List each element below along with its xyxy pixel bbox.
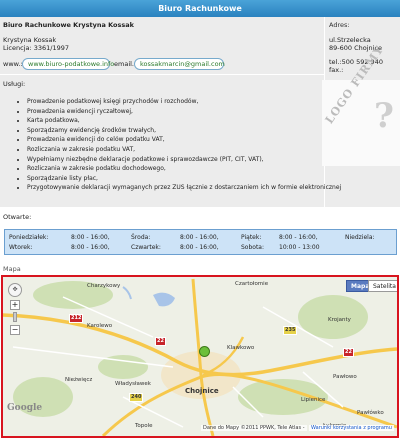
- email-label: email.:: [114, 60, 137, 68]
- list-item: Prowadzenie podatkowej księgi przychodów…: [27, 97, 341, 107]
- window-title: Biuro Rachunkowe: [0, 0, 400, 17]
- owner-name: Krystyna Kossak: [3, 36, 57, 44]
- services-list: Prowadzenie podatkowej księgi przychodów…: [22, 97, 341, 193]
- day-label: Wtorek:: [9, 244, 33, 251]
- day-label: Środa:: [131, 234, 151, 241]
- day-hours: 10:00 - 13:00: [279, 244, 320, 251]
- road-number: 22: [343, 348, 354, 357]
- road-number: 235: [283, 326, 298, 335]
- services-label: Usługi:: [3, 80, 26, 88]
- day-hours: 8:00 - 16:00,: [180, 244, 219, 251]
- list-item: Wypełniamy niezbędne deklaracje podatkow…: [27, 155, 341, 165]
- town-label: Chojnice: [185, 387, 219, 395]
- address-street: ul.Strzelecka: [329, 36, 371, 44]
- town-label: Pawłówko: [357, 410, 384, 416]
- opening-hours-table: Poniedziałek: 8:00 - 16:00, Wtorek: 8:00…: [4, 229, 397, 255]
- town-label: Czartołomie: [235, 281, 269, 287]
- list-item: Prowadzenia ewidencji do celów podatku V…: [27, 135, 341, 145]
- town-label: Nieżwięcz: [65, 377, 93, 383]
- day-hours: 8:00 - 16:00,: [279, 234, 318, 241]
- town-label: Pawłowo: [333, 374, 357, 380]
- zoom-in-button[interactable]: +: [10, 300, 20, 310]
- list-item: Karta podatkowa,: [27, 116, 341, 126]
- town-label: Karolewo: [87, 323, 113, 329]
- map-type-satellite-button[interactable]: Satelita: [368, 280, 397, 292]
- list-item: Sporządzamy ewidencję środków trwałych,: [27, 126, 341, 136]
- www-label: www.:: [3, 60, 23, 68]
- road-number: 240: [129, 393, 144, 402]
- google-logo: Google: [7, 403, 43, 413]
- day-hours: 8:00 - 16:00,: [71, 234, 110, 241]
- business-card: Biuro Rachunkowe Krystyna Kossak Krystyn…: [0, 17, 400, 207]
- divider: [0, 74, 324, 75]
- license-number: Licencja: 3361/1997: [3, 44, 70, 52]
- list-item: Sporządzanie listy płac,: [27, 174, 341, 184]
- location-marker-icon[interactable]: [199, 346, 210, 357]
- hours-label: Otwarte:: [3, 213, 32, 221]
- logo-question-mark: ?: [374, 96, 394, 136]
- day-label: Poniedziałek:: [9, 234, 49, 241]
- company-logo: LOGO FIRMY ?: [322, 43, 400, 166]
- day-hours: 8:00 - 16:00,: [71, 244, 110, 251]
- day-label: Sobota:: [241, 244, 265, 251]
- town-label: Klawkowo: [227, 345, 255, 351]
- list-item: Przygotowywanie deklaracji wymaganych pr…: [27, 183, 341, 193]
- zoom-control[interactable]: ✥ + −: [8, 283, 22, 335]
- town-label: Lipienice: [301, 397, 326, 403]
- day-label: Czwartek:: [131, 244, 161, 251]
- day-label: Niedziela:: [345, 234, 375, 241]
- town-label: Charzykowy: [87, 283, 121, 289]
- town-label: Władysławek: [115, 381, 151, 387]
- list-item: Rozliczania w zakresie podatku VAT,: [27, 145, 341, 155]
- day-label: Piątek:: [241, 234, 262, 241]
- firm-name: Biuro Rachunkowe Krystyna Kossak: [3, 21, 134, 29]
- map-copyright: Dane do Mapy ©2011 PPWK, Tele Atlas -: [201, 425, 307, 431]
- town-label: Topole: [135, 423, 153, 429]
- list-item: Prowadzenia ewidencji ryczałtowej,: [27, 107, 341, 117]
- list-item: Rozliczania w zakresie podatku dochodowe…: [27, 164, 341, 174]
- road-number: 212: [69, 314, 84, 323]
- map-terms-link[interactable]: Warunki korzystania z programu: [309, 425, 394, 431]
- pan-control[interactable]: ✥: [8, 283, 22, 297]
- town-label: Krojanty: [328, 317, 351, 323]
- address-label: Adres:: [329, 21, 350, 29]
- map-view[interactable]: ✥ + − Mapa Satelita Charzykowy Czartołom…: [1, 275, 399, 438]
- zoom-slider[interactable]: [13, 312, 17, 322]
- map-label: Mapa: [3, 265, 21, 273]
- day-hours: 8:00 - 16:00,: [180, 234, 219, 241]
- zoom-out-button[interactable]: −: [10, 325, 20, 335]
- fax-number: fax.:: [329, 66, 344, 74]
- map-canvas: [3, 277, 397, 436]
- website-link[interactable]: www.biuro-podatkowe.info: [22, 58, 114, 70]
- road-number: 22: [155, 337, 166, 346]
- email-link[interactable]: kossakmarcin@gmail.com: [134, 58, 225, 70]
